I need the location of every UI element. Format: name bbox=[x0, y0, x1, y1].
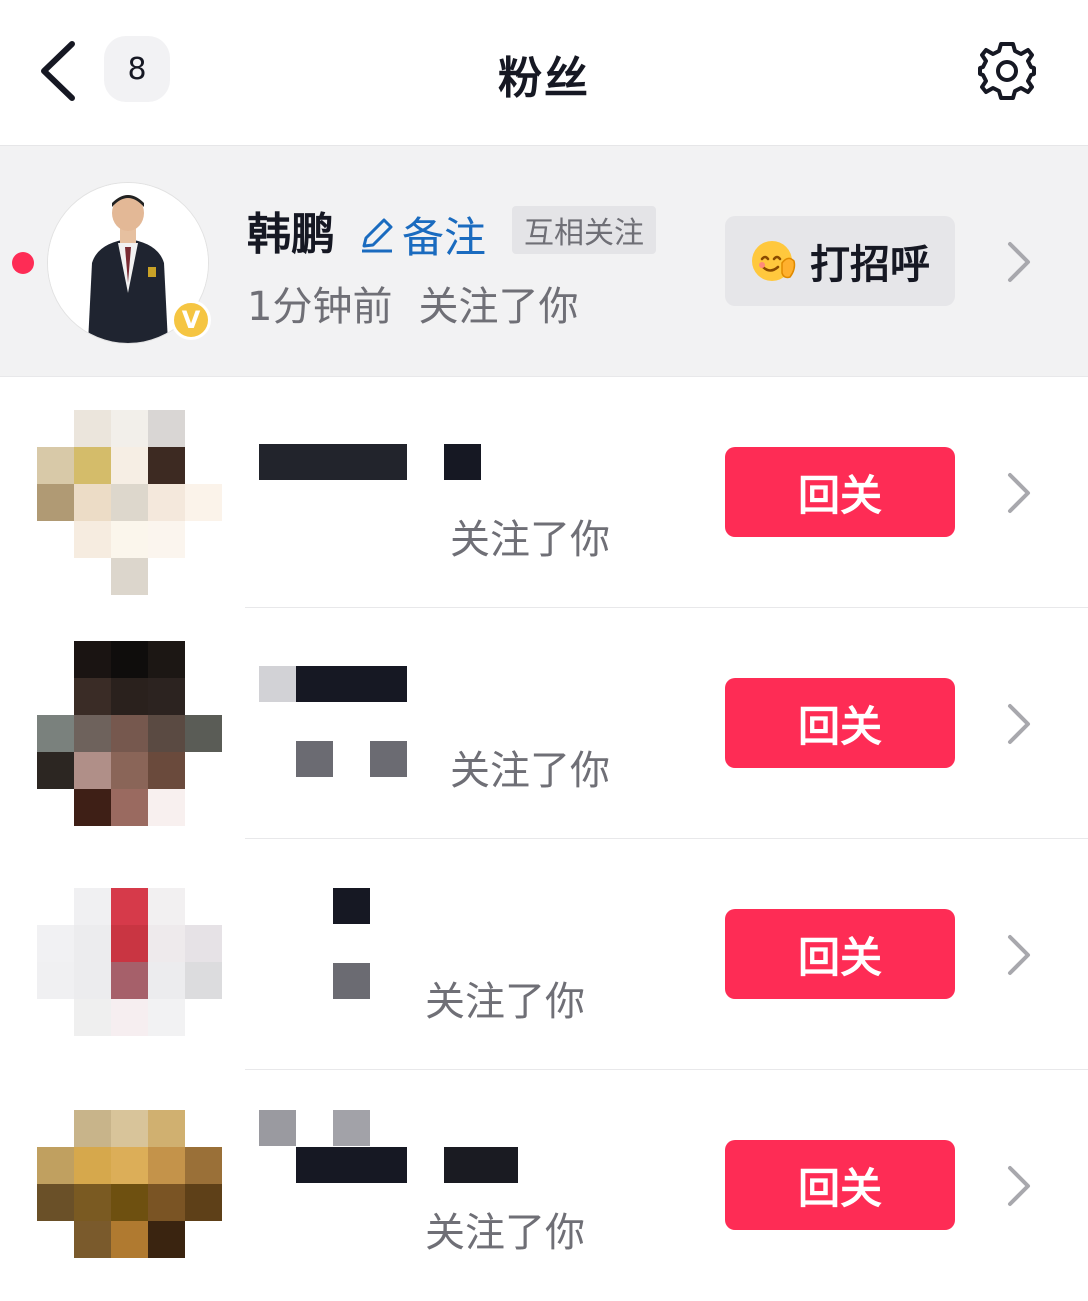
say-hi-label: 打招呼 bbox=[810, 242, 930, 288]
chevron-right-icon[interactable] bbox=[1004, 240, 1034, 284]
fan-row-1[interactable]: 关注了你 回关 bbox=[0, 377, 1088, 608]
unread-dot bbox=[12, 252, 34, 274]
fan-name-redacted bbox=[259, 666, 296, 702]
chevron-right-icon[interactable] bbox=[1004, 702, 1034, 746]
follow-back-button[interactable]: 回关 bbox=[725, 678, 955, 768]
avatar[interactable] bbox=[37, 888, 222, 1036]
follow-action: 关注了你 bbox=[450, 748, 610, 794]
fan-name-redacted bbox=[259, 444, 407, 480]
follow-time-redacted bbox=[370, 741, 407, 777]
page-title: 粉丝 bbox=[498, 53, 590, 104]
chevron-right-icon[interactable] bbox=[1004, 471, 1034, 515]
follow-action: 关注了你 bbox=[425, 1210, 585, 1256]
fan-name-redacted bbox=[259, 1110, 296, 1146]
gear-icon bbox=[978, 42, 1036, 100]
verified-badge: V bbox=[171, 300, 211, 340]
fan-name[interactable]: 韩鹏 bbox=[247, 198, 335, 262]
follow-time-redacted bbox=[296, 741, 333, 777]
follow-back-button[interactable]: 回关 bbox=[725, 909, 955, 999]
chevron-right-icon[interactable] bbox=[1004, 1164, 1034, 1208]
fan-name-redacted bbox=[333, 1110, 370, 1146]
fan-row-3[interactable]: 关注了你 回关 bbox=[0, 839, 1088, 1070]
follow-time: 1分钟前 bbox=[247, 284, 393, 330]
pencil-icon bbox=[362, 218, 393, 252]
wave-emoji-icon bbox=[752, 241, 796, 281]
fan-name-redacted bbox=[296, 1147, 407, 1183]
follow-action: 关注了你 bbox=[418, 284, 579, 330]
fan-name-redacted bbox=[333, 888, 370, 924]
fan-row-4[interactable]: 关注了你 回关 bbox=[0, 1070, 1088, 1301]
fan-name-redacted bbox=[296, 666, 407, 702]
follow-info: 1分钟前 关注了你 bbox=[247, 274, 578, 332]
follow-time-redacted bbox=[333, 963, 370, 999]
chevron-right-icon[interactable] bbox=[1004, 933, 1034, 977]
avatar[interactable] bbox=[37, 1110, 222, 1258]
fan-row-0[interactable]: V 韩鹏 备注 互相关注 1分钟前 关注了你 打招呼 bbox=[0, 146, 1088, 377]
remark-label: 备注 bbox=[402, 213, 487, 262]
follow-action: 关注了你 bbox=[425, 979, 585, 1025]
fan-row-2[interactable]: 关注了你 回关 bbox=[0, 608, 1088, 839]
settings-button[interactable] bbox=[976, 40, 1038, 102]
follow-back-button[interactable]: 回关 bbox=[725, 447, 955, 537]
avatar[interactable] bbox=[37, 410, 222, 595]
avatar[interactable] bbox=[37, 641, 222, 826]
fan-name-redacted bbox=[444, 1147, 518, 1183]
top-nav-bar: 8 粉丝 bbox=[0, 0, 1088, 146]
say-hi-button[interactable]: 打招呼 bbox=[725, 216, 955, 306]
fan-name-redacted bbox=[444, 444, 481, 480]
follow-back-button[interactable]: 回关 bbox=[725, 1140, 955, 1230]
remark-button[interactable]: 备注 bbox=[358, 204, 486, 265]
follow-action: 关注了你 bbox=[450, 517, 610, 563]
mutual-follow-tag: 互相关注 bbox=[512, 206, 656, 254]
